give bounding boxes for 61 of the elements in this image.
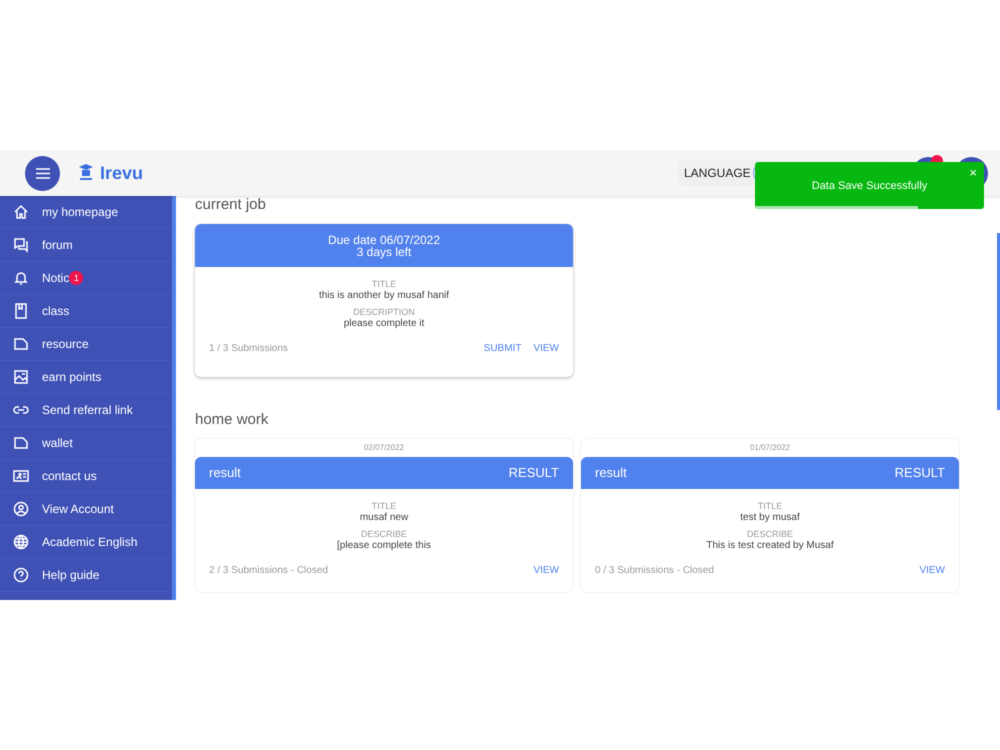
field-label: TITLE (372, 279, 396, 290)
field-label: DESCRIPTION (353, 307, 415, 318)
help-icon (13, 567, 29, 583)
sidebar-label: earn points (42, 369, 102, 386)
sidebar-label: wallet (42, 435, 73, 452)
folder-icon (13, 435, 29, 451)
card-name: result (595, 464, 627, 482)
sidebar-label: Help guide (42, 567, 100, 584)
submission-count: 1 / 3 Submissions (209, 342, 288, 356)
sidebar-item[interactable]: Notic 1 (0, 262, 172, 295)
globe-icon (13, 534, 29, 550)
logo-text: Irevu (100, 162, 144, 184)
field-label: TITLE (758, 501, 782, 512)
due-date: Due date 06/07/2022 (328, 234, 440, 246)
field-label: TITLE (372, 501, 396, 512)
sidebar-label: Academic English (42, 534, 138, 551)
card-tag: RESULT (894, 463, 945, 483)
action-link[interactable]: VIEW (919, 563, 945, 578)
book-icon (13, 303, 29, 319)
action-link[interactable]: VIEW (533, 563, 559, 578)
card-date: 01/07/2022 (750, 442, 790, 454)
field-value: [please complete this (337, 540, 431, 552)
field-value: musaf new (360, 512, 408, 524)
section-heading: current job (195, 196, 267, 215)
account-icon (13, 501, 29, 517)
field-label: DESCRIBE (746, 529, 793, 540)
action-link[interactable]: SUBMIT (484, 341, 522, 356)
card-tag: RESULT (508, 463, 559, 483)
menu-button[interactable] (25, 156, 60, 190)
count-badge: 1 (69, 271, 84, 285)
submission-count: 2 / 3 Submissions - Closed (209, 564, 328, 578)
scrollbar[interactable] (997, 233, 1000, 410)
field-label: DESCRIBE (360, 529, 407, 540)
sidebar-label: my homepage (42, 204, 118, 221)
image-icon (13, 369, 29, 385)
action-link[interactable]: VIEW (533, 341, 559, 356)
folder-icon (13, 336, 29, 352)
sidebar-label: Send referral link (42, 402, 133, 419)
field-value: this is another by musaf hanif (318, 290, 450, 302)
sidebar-label: resource (42, 336, 89, 353)
sidebar-label: Notic (42, 270, 70, 287)
bell-icon (13, 270, 29, 286)
submission-count: 0 / 3 Submissions - Closed (595, 564, 714, 578)
contact-card-icon (13, 468, 29, 484)
sidebar-label: View Account (42, 501, 114, 518)
section-heading: home work (195, 410, 270, 430)
home-icon (13, 204, 29, 220)
sidebar-label: contact us (42, 468, 97, 485)
card-name: result (209, 464, 241, 482)
field-value: test by musaf (740, 512, 800, 524)
field-value: please complete it (344, 318, 424, 330)
logo-icon (78, 163, 94, 183)
chat-icon (13, 237, 29, 253)
field-value: This is test created by Musaf (706, 540, 834, 552)
card-date: 02/07/2022 (364, 442, 404, 454)
menu-icon (36, 168, 50, 178)
sidebar-label: class (42, 303, 70, 320)
sidebar-item[interactable]: Academic English (0, 526, 172, 559)
sidebar-label: forum (42, 237, 73, 254)
days-left: 3 days left (356, 246, 412, 258)
toast-message: Data Save Successfully (810, 179, 928, 194)
